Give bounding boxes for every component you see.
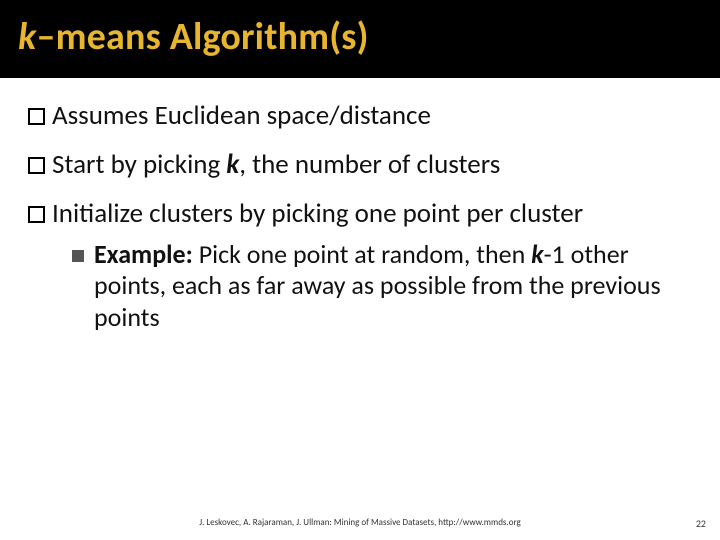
sub-bullet-group: Example: Pick one point at random, then … [72, 239, 692, 333]
page-number: 22 [696, 517, 706, 530]
bullet-2: Start by picking k, the number of cluste… [28, 149, 692, 180]
bullet-2-text: Start by picking k, the number of cluste… [52, 149, 692, 180]
square-bullet-icon [28, 108, 45, 125]
square-bullet-icon [28, 206, 45, 223]
bullet-3-text: Initialize clusters by picking one point… [52, 198, 692, 229]
sub-bullet-1: Example: Pick one point at random, then … [72, 239, 692, 333]
title-bar: k–means Algorithm(s) [0, 0, 720, 78]
content-area: Assumes Euclidean space/distance Start b… [0, 78, 720, 333]
bullet-1: Assumes Euclidean space/distance [28, 100, 692, 131]
bullet-1-text: Assumes Euclidean space/distance [52, 100, 692, 131]
bullet-3: Initialize clusters by picking one point… [28, 198, 692, 229]
slide-title: k–means Algorithm(s) [18, 14, 702, 60]
square-bullet-icon [28, 157, 45, 174]
sub-bullet-1-text: Example: Pick one point at random, then … [94, 239, 692, 333]
title-italic-k: k [18, 14, 36, 60]
title-rest: –means Algorithm(s) [36, 14, 368, 60]
footer-citation: J. Leskovec, A. Rajaraman, J. Ullman: Mi… [0, 517, 720, 528]
filled-square-bullet-icon [72, 250, 84, 262]
